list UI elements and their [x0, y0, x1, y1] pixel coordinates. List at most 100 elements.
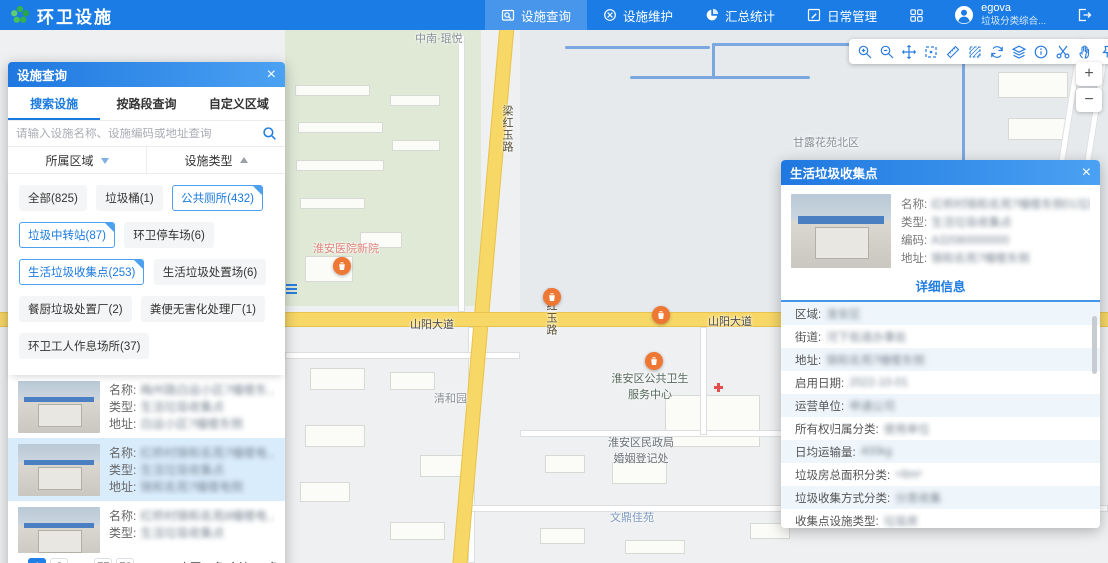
map-label-hospital: 淮安医院新院 — [313, 240, 379, 256]
close-icon[interactable]: × — [1082, 165, 1091, 181]
map-zoom-out-tool[interactable] — [877, 42, 896, 61]
close-icon[interactable]: × — [267, 67, 276, 83]
page-ellipsis: ... — [72, 558, 90, 563]
next-page-button[interactable]: › — [138, 560, 146, 563]
facility-type: 生活垃圾收集点 — [140, 462, 224, 479]
page-button-77[interactable]: 77 — [94, 558, 112, 563]
nav-item-statistics[interactable]: 汇总统计 — [689, 0, 791, 30]
map-extent-tool[interactable] — [921, 42, 940, 61]
zoom-out-button[interactable]: − — [1076, 88, 1102, 112]
map-zoom-in-tool[interactable] — [855, 42, 874, 61]
field-label: 编码: — [901, 232, 927, 250]
scrollbar-thumb[interactable] — [1092, 316, 1097, 374]
detail-panel-title: 生活垃圾收集点 — [790, 163, 878, 182]
facility-photo — [18, 444, 100, 496]
nav-item-label: 设施维护 — [623, 6, 673, 25]
page-button-1[interactable]: 1 — [28, 558, 46, 563]
detail-row: 垃圾房总面积分类: <6m² — [781, 463, 1100, 486]
app-grid-icon — [909, 8, 924, 23]
facility-address: 锦和名苑7幢楼东侧 — [931, 250, 1029, 268]
map-polygon-select-tool[interactable] — [965, 42, 984, 61]
chip-worker-rest-area[interactable]: 环卫工人作息场所(37) — [19, 333, 149, 359]
map-canal — [565, 46, 710, 49]
attr-value: <6m² — [895, 469, 922, 481]
tab-detail-info[interactable]: 详细信息 — [915, 280, 965, 294]
search-icon[interactable] — [262, 126, 277, 141]
prev-page-button[interactable]: ‹ — [16, 560, 24, 563]
filter-header: 所属区域 设施类型 — [8, 147, 285, 174]
logout-button[interactable] — [1060, 0, 1108, 30]
chip-transfer-station[interactable]: 垃圾中转站(87) — [19, 222, 115, 248]
map-pan-tool[interactable] — [899, 42, 918, 61]
map-pin-tool[interactable] — [1097, 42, 1108, 61]
attr-label: 垃圾房总面积分类: — [795, 467, 890, 483]
attr-value: 河下街道办事处 — [826, 329, 907, 345]
search-input[interactable] — [16, 128, 262, 140]
facility-query-icon — [501, 8, 515, 22]
map-building — [296, 160, 384, 171]
panel-header: 设施查询 × — [8, 62, 285, 87]
facility-name: 红桥村锦和名苑7幢楼电... — [140, 445, 275, 462]
detail-row: 日均运输量:400kg — [781, 440, 1100, 463]
trash-facility-marker[interactable] — [652, 306, 670, 324]
nav-item-label: 日常管理 — [827, 6, 877, 25]
user-name: egova — [981, 2, 1046, 16]
attr-label: 启用日期: — [795, 375, 844, 391]
facility-name: 梅州路白运小区7幢楼东... — [140, 382, 275, 399]
facility-name: 红桥村锦和名苑8幢楼电... — [140, 508, 275, 525]
panel-collapse-handle[interactable] — [286, 282, 297, 296]
page-button-78[interactable]: 78 — [116, 558, 134, 563]
field-label: 类型: — [109, 399, 136, 416]
chip-kitchen-waste-plant[interactable]: 餐厨垃圾处置厂(2) — [19, 296, 132, 322]
nav-item-daily-manage[interactable]: 日常管理 — [791, 0, 893, 30]
map-hand-tool[interactable] — [1075, 42, 1094, 61]
user-account[interactable]: egova 垃圾分类综合... — [940, 0, 1060, 30]
chip-disposal-site[interactable]: 生活垃圾处置场(6) — [154, 259, 267, 285]
facility-type: 生活垃圾收集点 — [140, 525, 224, 542]
zoom-in-button[interactable]: + — [1076, 62, 1102, 86]
detail-row: 运营单位:申通公司 — [781, 394, 1100, 417]
map-canal — [712, 43, 715, 77]
attr-label: 街道: — [795, 329, 821, 345]
map-info-tool[interactable] — [1031, 42, 1050, 61]
map-canal — [630, 76, 810, 79]
list-item[interactable]: 名称:红桥村锦和名苑8幢楼电... 类型:生活垃圾收集点 — [8, 501, 285, 553]
attr-value: 锦和名苑7幢楼东侧 — [826, 352, 924, 368]
chip-all[interactable]: 全部(825) — [19, 185, 87, 211]
map-building — [625, 540, 685, 554]
pagination-bar: ‹ 1 2 ... 77 78 › 1/78 本页10条 合计772条 — [8, 553, 285, 563]
type-filter-dropdown[interactable]: 设施类型 — [146, 147, 285, 173]
app-title: 环卫设施 — [37, 3, 113, 28]
tab-custom-area[interactable]: 自定义区域 — [193, 87, 285, 120]
region-filter-dropdown[interactable]: 所属区域 — [8, 147, 146, 173]
attr-label: 收集点设施类型: — [795, 513, 879, 529]
list-item-selected[interactable]: 名称:红桥村锦和名苑7幢楼电... 类型:生活垃圾收集点 地址:锦和名苑7幢楼电… — [8, 438, 285, 501]
trash-icon — [649, 356, 659, 366]
map-layers-tool[interactable] — [1009, 42, 1028, 61]
chip-trash-bin[interactable]: 垃圾桶(1) — [96, 185, 163, 211]
search-bar — [8, 121, 285, 147]
detail-summary: 名称:红桥村锦和名苑7幢楼东侧01垃圾收... 类型:生活垃圾收集点 编码:A3… — [781, 185, 1100, 272]
list-item[interactable]: 名称:梅州路白运小区7幢楼东... 类型:生活垃圾收集点 地址:白运小区7幢楼东… — [8, 375, 285, 438]
trash-facility-marker[interactable] — [645, 352, 663, 370]
chip-feces-treatment-plant[interactable]: 粪便无害化处理厂(1) — [141, 296, 265, 322]
field-label: 名称: — [109, 382, 136, 399]
trash-facility-marker[interactable] — [543, 288, 561, 306]
chip-collection-point[interactable]: 生活垃圾收集点(253) — [19, 259, 144, 285]
tab-by-road[interactable]: 按路段查询 — [100, 87, 192, 120]
map-refresh-tool[interactable] — [987, 42, 1006, 61]
nav-item-facility-maintain[interactable]: 设施维护 — [587, 0, 689, 30]
chip-parking-lot[interactable]: 环卫停车场(6) — [124, 222, 214, 248]
nav-item-facility-query[interactable]: 设施查询 — [485, 0, 587, 30]
map-cut-tool[interactable] — [1053, 42, 1072, 61]
nav-app-grid-button[interactable] — [893, 0, 940, 30]
chevron-down-icon — [101, 158, 109, 168]
facility-maintain-icon — [603, 8, 617, 22]
trash-facility-marker[interactable] — [333, 257, 351, 275]
panel-title: 设施查询 — [17, 65, 67, 84]
map-measure-tool[interactable] — [943, 42, 962, 61]
map-building — [1008, 118, 1068, 140]
page-button-2[interactable]: 2 — [50, 558, 68, 563]
tab-search-facility[interactable]: 搜索设施 — [8, 87, 100, 120]
chip-public-toilet[interactable]: 公共厕所(432) — [172, 185, 263, 211]
